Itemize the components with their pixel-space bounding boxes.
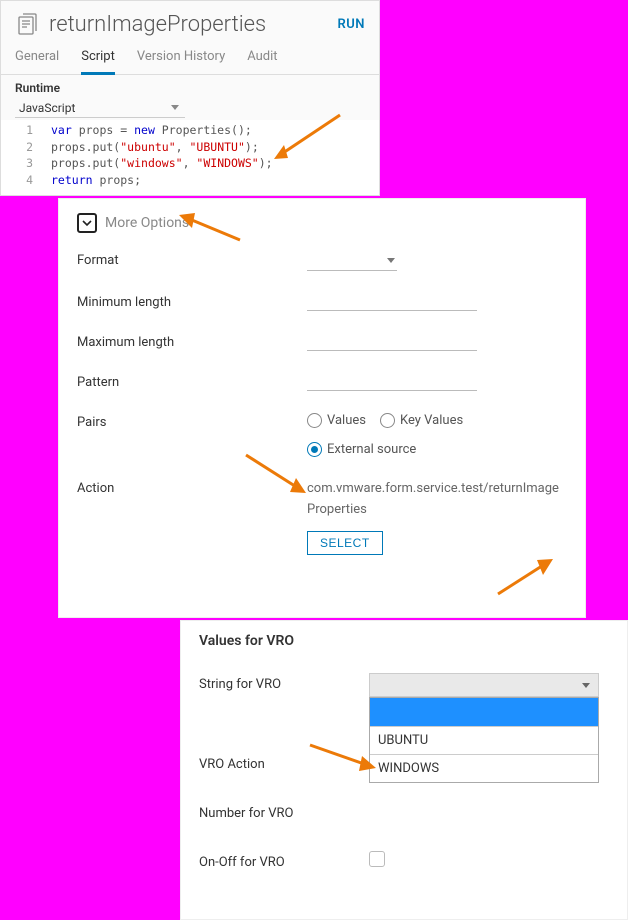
code-editor[interactable]: 1var props = new Properties();2props.put… <box>1 120 379 195</box>
string-for-vro-dropdown: UBUNTU WINDOWS <box>369 697 599 783</box>
run-button[interactable]: RUN <box>338 17 366 32</box>
action-value: com.vmware.form.service.test/returnImage… <box>307 479 567 521</box>
number-for-vro-label: Number for VRO <box>199 802 369 821</box>
tab-version-history[interactable]: Version History <box>137 49 225 74</box>
max-length-label: Maximum length <box>77 333 307 350</box>
pairs-label: Pairs <box>77 413 307 430</box>
onoff-for-vro-label: On-Off for VRO <box>199 851 369 870</box>
code-line: 2props.put("ubuntu", "UBUNTU"); <box>1 139 379 156</box>
runtime-section: Runtime JavaScript <box>1 75 379 120</box>
select-button[interactable]: SELECT <box>307 531 383 555</box>
vro-action-label: VRO Action <box>199 753 369 772</box>
script-file-icon <box>15 11 41 37</box>
pairs-radio-keyvalues[interactable]: Key Values <box>380 413 463 428</box>
format-select[interactable] <box>307 251 397 271</box>
runtime-label: Runtime <box>15 81 365 95</box>
pairs-radio-external[interactable]: External source <box>307 442 567 457</box>
min-length-label: Minimum length <box>77 293 307 310</box>
script-editor-panel: returnImageProperties RUN General Script… <box>0 0 380 196</box>
chevron-down-icon <box>77 213 97 233</box>
dropdown-item-ubuntu[interactable]: UBUNTU <box>370 726 598 754</box>
format-label: Format <box>77 251 307 268</box>
tab-bar: General Script Version History Audit <box>1 41 379 75</box>
values-for-vro-panel: Values for VRO String for VRO UBUNTU WIN… <box>180 620 628 920</box>
dropdown-highlight[interactable] <box>370 698 598 726</box>
tab-script[interactable]: Script <box>81 49 115 75</box>
pattern-input[interactable] <box>307 373 477 391</box>
script-title: returnImageProperties <box>49 12 338 37</box>
pairs-radio-group: Values Key Values <box>307 413 567 428</box>
action-label: Action <box>77 479 307 496</box>
runtime-select[interactable]: JavaScript <box>15 99 185 118</box>
panel-header: returnImageProperties RUN <box>1 1 379 41</box>
code-line: 4return props; <box>1 172 379 189</box>
more-options-panel: More Options Format Minimum length Maxim… <box>58 198 586 618</box>
string-for-vro-label: String for VRO <box>199 673 369 692</box>
pairs-radio-values[interactable]: Values <box>307 413 366 428</box>
vro-title: Values for VRO <box>199 633 609 649</box>
pattern-label: Pattern <box>77 373 307 390</box>
dropdown-item-windows[interactable]: WINDOWS <box>370 754 598 782</box>
tab-general[interactable]: General <box>15 49 59 74</box>
min-length-input[interactable] <box>307 293 477 311</box>
max-length-input[interactable] <box>307 333 477 351</box>
more-options-toggle[interactable]: More Options <box>77 213 567 233</box>
onoff-checkbox[interactable] <box>369 851 385 867</box>
runtime-value: JavaScript <box>19 101 75 115</box>
code-line: 1var props = new Properties(); <box>1 122 379 139</box>
tab-audit[interactable]: Audit <box>247 49 277 74</box>
more-options-label: More Options <box>105 215 189 231</box>
string-for-vro-select[interactable] <box>369 673 599 697</box>
code-line: 3props.put("windows", "WINDOWS"); <box>1 155 379 172</box>
